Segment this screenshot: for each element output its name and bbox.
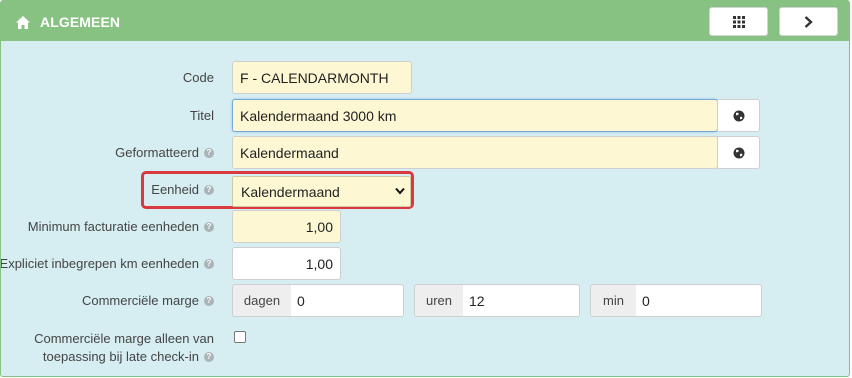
help-icon[interactable]: ? <box>204 258 214 269</box>
uren-input[interactable]: 12 <box>463 284 580 317</box>
titel-label: Titel <box>189 108 214 123</box>
min-input[interactable]: 0 <box>636 284 762 317</box>
home-icon <box>16 15 30 29</box>
chevron-down-icon <box>395 187 405 195</box>
min-facturatie-input[interactable]: 1,00 <box>232 210 341 243</box>
grid-icon <box>732 15 745 28</box>
globe-icon <box>733 147 744 158</box>
chevron-right-icon <box>804 15 813 28</box>
help-icon[interactable]: ? <box>204 184 214 195</box>
expliciet-km-label: Expliciet inbegrepen km eenheden ? <box>1 256 214 271</box>
help-icon[interactable]: ? <box>204 295 214 306</box>
panel-title: ALGEMEEN <box>16 13 120 31</box>
help-icon[interactable]: ? <box>204 147 214 158</box>
grid-button[interactable] <box>709 7 768 36</box>
geformatteerd-translate-button[interactable] <box>717 136 760 169</box>
globe-icon <box>733 110 744 121</box>
min-addon: min <box>590 284 637 317</box>
next-button[interactable] <box>779 7 838 36</box>
expliciet-km-input[interactable]: 1,00 <box>232 247 341 280</box>
help-icon[interactable]: ? <box>204 221 214 232</box>
titel-translate-button[interactable] <box>717 99 760 132</box>
eenheid-select[interactable]: Kalendermaand <box>232 176 411 207</box>
panel-header: ALGEMEEN <box>1 1 849 41</box>
dagen-addon: dagen <box>232 284 292 317</box>
titel-input[interactable]: Kalendermaand 3000 km <box>232 99 718 132</box>
dagen-input[interactable]: 0 <box>291 284 404 317</box>
eenheid-label: Eenheid ? <box>151 182 214 197</box>
code-input[interactable]: F - CALENDARMONTH <box>232 61 412 94</box>
code-label: Code <box>182 70 214 85</box>
min-facturatie-label: Minimum facturatie eenheden ? <box>28 219 214 234</box>
commerciele-marge-label: Commerciële marge ? <box>82 293 214 308</box>
geformatteerd-input[interactable]: Kalendermaand <box>232 136 718 169</box>
algemeen-panel: ALGEMEEN Code F - CALENDARMONTH Titel Ka… <box>0 0 850 377</box>
late-checkin-label: Commerciële marge alleen van toepassing … <box>34 331 214 364</box>
help-icon[interactable]: ? <box>204 352 214 362</box>
late-checkin-checkbox[interactable] <box>234 331 246 343</box>
geformatteerd-label: Geformatteerd ? <box>115 145 214 160</box>
uren-addon: uren <box>414 284 464 317</box>
panel-title-text: ALGEMEEN <box>40 14 121 30</box>
